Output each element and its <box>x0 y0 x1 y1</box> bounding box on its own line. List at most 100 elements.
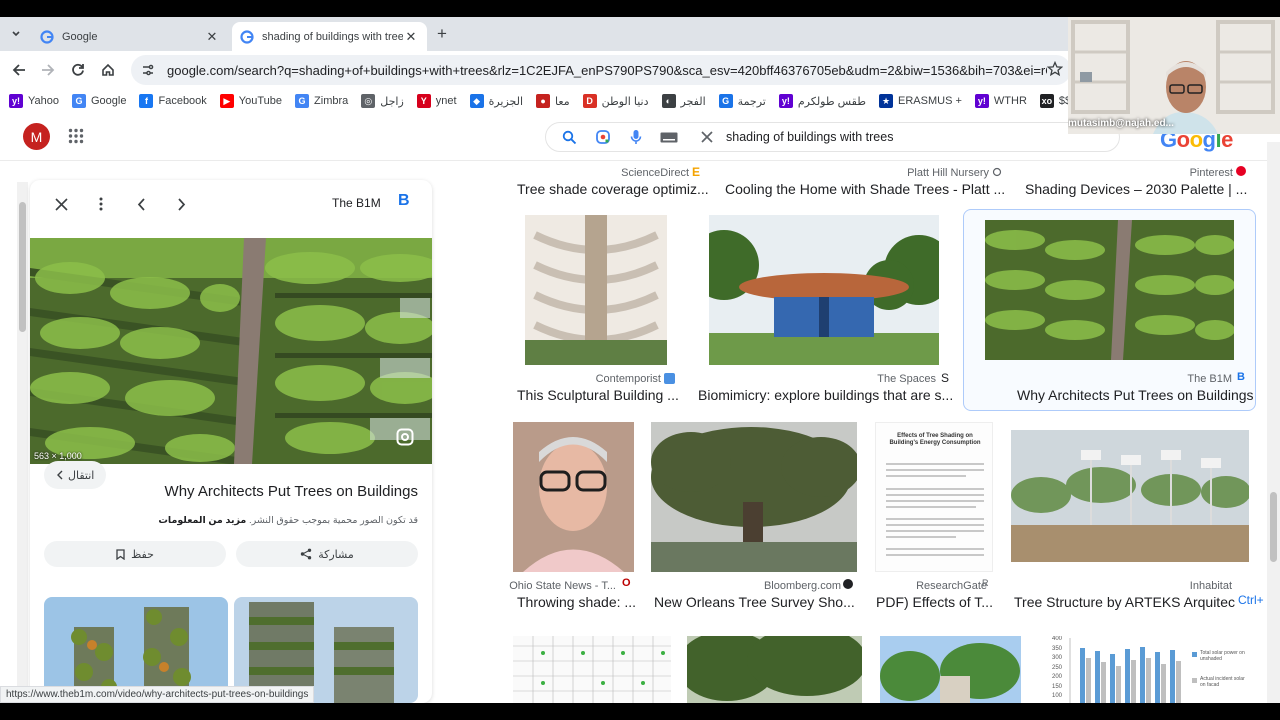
result-source[interactable]: Bloomberg.com <box>764 580 841 592</box>
bookmark-star-icon[interactable] <box>1047 61 1063 77</box>
bookmark-item[interactable]: G Google <box>72 94 126 108</box>
result-title[interactable]: Tree shade coverage optimiz... <box>517 181 709 197</box>
result-title[interactable]: Cooling the Home with Shade Trees - Plat… <box>725 181 1005 197</box>
result-image[interactable]: 400 350 300 250 200 150 100 Total solar power … <box>1040 636 1249 703</box>
microphone-icon[interactable] <box>630 129 642 145</box>
search-box[interactable]: shading of buildings with trees <box>545 122 1120 152</box>
bookmark-label: Google <box>91 95 127 107</box>
bookmark-item[interactable]: D دنيا الوطن <box>582 94 649 108</box>
result-source[interactable]: ScienceDirect <box>621 167 689 179</box>
new-tab-button[interactable]: + <box>432 24 452 44</box>
result-source[interactable]: Contemporist <box>596 373 661 385</box>
save-button[interactable]: حفظ <box>44 541 226 567</box>
result-image[interactable] <box>651 422 857 572</box>
result-source[interactable]: The Spaces <box>877 373 936 385</box>
chevron-down-icon <box>12 31 20 37</box>
scrollbar-thumb[interactable] <box>1270 492 1277 562</box>
result-image[interactable] <box>880 636 1021 703</box>
bookmark-favicon-icon: Y <box>416 94 431 108</box>
visual-search-icon[interactable] <box>396 428 414 446</box>
bookmark-item[interactable]: y! WTHR <box>974 94 1027 108</box>
bookmark-item[interactable]: G Zimbra <box>295 94 348 108</box>
panel-title[interactable]: Why Architects Put Trees on Buildings <box>165 483 418 500</box>
address-bar[interactable]: google.com/search?q=shading+of+buildings… <box>131 55 1071 85</box>
bar-chart-thumb-image <box>1069 638 1197 703</box>
tab-search-button[interactable] <box>6 24 26 44</box>
next-result-button[interactable] <box>169 192 193 216</box>
result-title[interactable]: Tree Structure by ARTEKS Arquitec... <box>1014 594 1247 610</box>
bookmark-item[interactable]: y! طقس طولكرم <box>778 94 866 108</box>
result-source[interactable]: Inhabitat <box>1190 580 1232 592</box>
bookmark-item[interactable]: ● معا <box>536 94 570 108</box>
url-text: google.com/search?q=shading+of+buildings… <box>167 62 1047 78</box>
reload-icon <box>72 63 84 76</box>
more-options-button[interactable] <box>89 192 113 216</box>
result-image[interactable]: Effects of Tree Shading on Building's En… <box>875 422 993 572</box>
tab-active-search[interactable]: shading of buildings with trees ✕ <box>232 22 427 51</box>
page-scrollbar[interactable] <box>1267 142 1280 703</box>
share-button[interactable]: مشاركة <box>236 541 418 567</box>
home-button[interactable] <box>97 59 119 81</box>
result-image[interactable] <box>525 215 667 365</box>
bookmark-favicon-icon: y! <box>974 94 989 108</box>
result-image[interactable] <box>1011 430 1249 562</box>
previous-result-button[interactable] <box>129 192 153 216</box>
learn-more-link[interactable]: مزيد من المعلومات <box>158 515 246 526</box>
result-source[interactable]: Platt Hill Nursery <box>907 167 989 179</box>
preview-image[interactable]: 563 × 1,000 <box>30 238 432 464</box>
close-tab-icon[interactable]: ✕ <box>204 29 220 45</box>
chart-tick-label: 250 <box>1052 664 1063 671</box>
scrollbar-thumb[interactable] <box>19 202 26 332</box>
result-source[interactable]: ResearchGate <box>916 580 987 592</box>
site-settings-icon[interactable] <box>141 63 155 77</box>
apps-grid-icon[interactable] <box>68 128 84 144</box>
webcam-video <box>1068 17 1280 134</box>
image-dimensions: 563 × 1,000 <box>34 451 82 461</box>
bookmark-favicon-icon: y! <box>9 94 23 108</box>
more-vert-icon <box>99 197 103 211</box>
panel-scrollbar[interactable] <box>17 182 28 702</box>
result-image[interactable] <box>513 422 634 572</box>
bookmark-item[interactable]: y! Yahoo <box>9 94 59 108</box>
result-title[interactable]: Shading Devices – 2030 Palette | ... <box>1025 181 1247 197</box>
result-title[interactable]: Throwing shade: ... <box>517 594 636 610</box>
bookmark-item[interactable]: ◆ الجزيرة <box>469 94 523 108</box>
result-title[interactable]: New Orleans Tree Survey Sho... <box>654 594 855 610</box>
lens-icon[interactable] <box>595 129 611 145</box>
bookmark-item[interactable]: Yynet <box>416 94 457 108</box>
visit-button[interactable]: انتقال <box>44 461 107 489</box>
close-panel-button[interactable] <box>49 192 73 216</box>
panel-source-name[interactable]: The B1M <box>332 196 381 210</box>
result-image[interactable] <box>687 636 862 703</box>
avatar[interactable]: M <box>23 123 50 150</box>
bookmark-item[interactable]: G ترجمة <box>718 94 766 108</box>
result-title[interactable]: Biomimicry: explore buildings that are s… <box>698 387 953 403</box>
webcam-overlay: mutasimb@najah.ed... <box>1068 17 1280 134</box>
keyboard-icon[interactable] <box>660 132 678 143</box>
osu-icon: O <box>622 577 631 589</box>
close-tab-icon[interactable]: ✕ <box>403 29 419 45</box>
bookmark-item[interactable]: ◐ الفجر <box>661 94 706 108</box>
result-source[interactable]: Ohio State News - T... <box>509 580 616 592</box>
bookmark-item[interactable]: f Facebook <box>139 94 207 108</box>
forward-button[interactable] <box>37 59 59 81</box>
search-icon[interactable] <box>562 130 577 145</box>
result-source[interactable]: The B1M <box>1187 373 1232 385</box>
result-image[interactable] <box>513 636 671 703</box>
clear-search-icon[interactable] <box>701 131 713 143</box>
bookmark-item[interactable]: ▶ YouTube <box>219 94 282 108</box>
bookmark-item[interactable]: ★ ERASMUS + <box>879 94 962 108</box>
back-button[interactable] <box>8 59 30 81</box>
bookmark-item[interactable]: ◎ زاجل <box>361 94 404 108</box>
result-title[interactable]: Why Architects Put Trees on Buildings <box>1017 387 1254 403</box>
result-image[interactable] <box>709 215 939 365</box>
result-image[interactable] <box>985 220 1234 360</box>
source-logo-icon[interactable]: B <box>398 192 410 210</box>
result-source[interactable]: Pinterest <box>1190 167 1233 179</box>
arrow-right-icon <box>42 64 55 76</box>
tab-google[interactable]: Google ✕ <box>32 22 228 51</box>
result-title[interactable]: This Sculptural Building ... <box>517 387 679 403</box>
result-title[interactable]: PDF) Effects of T... <box>876 594 993 610</box>
paper-lines-image <box>886 463 984 556</box>
reload-button[interactable] <box>67 59 89 81</box>
